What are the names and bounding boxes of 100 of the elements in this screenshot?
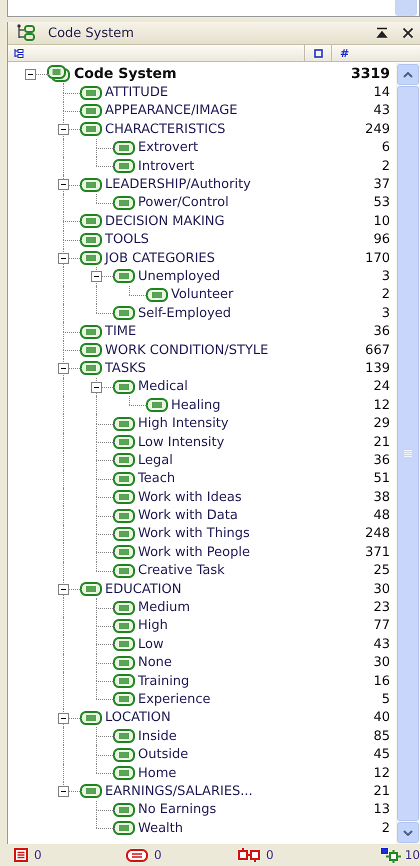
code-count: 77 xyxy=(373,618,390,634)
code-count: 3 xyxy=(382,306,390,321)
expander-box[interactable] xyxy=(91,382,102,393)
code-count: 170 xyxy=(365,250,390,266)
code-label[interactable]: TOOLS xyxy=(105,232,149,248)
code-tree-icon xyxy=(16,24,36,42)
network-icon[interactable] xyxy=(380,847,402,863)
code-icon xyxy=(80,86,102,100)
code-label[interactable]: CHARACTERISTICS xyxy=(105,122,226,137)
code-label[interactable]: APPEARANCE/IMAGE xyxy=(105,103,238,118)
code-label[interactable]: Power/Control xyxy=(138,195,229,210)
code-label[interactable]: LOCATION xyxy=(105,710,171,726)
code-count: 51 xyxy=(373,471,390,486)
expander-box[interactable] xyxy=(58,712,69,724)
code-label[interactable]: Medical xyxy=(138,379,188,394)
code-label[interactable]: Code System xyxy=(74,66,177,82)
code-label[interactable]: Outside xyxy=(138,747,188,762)
code-label[interactable]: Legal xyxy=(138,452,173,468)
code-label[interactable]: Wealth xyxy=(138,820,184,836)
code-icon xyxy=(113,526,135,541)
code-label[interactable]: EARNINGS/SALARIES... xyxy=(105,784,253,799)
code-icon xyxy=(113,729,135,744)
code-icon xyxy=(113,453,135,468)
code-label[interactable]: Home xyxy=(138,766,176,781)
code-label[interactable]: Low xyxy=(138,636,164,652)
expander-box[interactable] xyxy=(58,179,69,190)
code-label[interactable]: JOB CATEGORIES xyxy=(105,250,215,266)
code-label[interactable]: High xyxy=(138,618,168,634)
code-icon xyxy=(113,140,135,155)
expander-box[interactable] xyxy=(58,252,69,264)
minimize-icon[interactable] xyxy=(376,27,388,39)
tree-column-icon xyxy=(14,48,24,58)
code-icon xyxy=(113,692,135,706)
code-label[interactable]: Creative Task xyxy=(138,563,225,578)
code-label[interactable]: Work with People xyxy=(138,544,250,560)
expander-box[interactable] xyxy=(25,69,36,80)
scroll-down-button[interactable] xyxy=(397,822,419,843)
code-count: 36 xyxy=(373,452,390,468)
code-icon xyxy=(80,122,102,136)
close-icon[interactable] xyxy=(402,27,414,39)
code-count: 45 xyxy=(373,747,390,762)
code-icon xyxy=(113,508,135,523)
code-label[interactable]: Work with Data xyxy=(138,508,238,524)
code-label[interactable]: No Earnings xyxy=(138,802,216,818)
code-label[interactable]: LEADERSHIP/Authority xyxy=(105,177,251,192)
expander-box[interactable] xyxy=(91,271,102,282)
code-label[interactable]: Volunteer xyxy=(171,287,234,302)
code-label[interactable]: Introvert xyxy=(138,158,194,174)
code-count: 30 xyxy=(373,655,390,670)
code-label[interactable]: Training xyxy=(138,674,190,689)
code-label[interactable]: Work with Things xyxy=(138,526,250,542)
linked-squares-icon[interactable] xyxy=(238,848,260,862)
code-count: 248 xyxy=(365,526,390,542)
code-icon xyxy=(113,159,135,174)
status-count: 0 xyxy=(154,848,162,862)
code-label[interactable]: ATTITUDE xyxy=(105,85,168,100)
code-icon xyxy=(146,288,168,302)
square-icon xyxy=(314,48,322,58)
code-count: 24 xyxy=(373,379,390,394)
expander-box[interactable] xyxy=(58,363,69,374)
code-label[interactable]: Work with Ideas xyxy=(138,490,242,505)
code-icon[interactable] xyxy=(126,848,148,862)
code-count: 12 xyxy=(373,766,390,781)
code-count: 2 xyxy=(382,820,390,836)
code-icon xyxy=(113,416,135,431)
code-label[interactable]: Teach xyxy=(138,471,176,486)
code-label[interactable]: Self-Employed xyxy=(138,306,232,321)
code-icon xyxy=(113,600,135,615)
code-label[interactable]: TASKS xyxy=(105,360,146,376)
code-label[interactable]: Medium xyxy=(138,600,190,616)
list-icon[interactable] xyxy=(14,848,28,862)
status-count: 0 xyxy=(34,848,42,862)
code-label[interactable]: Experience xyxy=(138,692,210,707)
code-label[interactable]: WORK CONDITION/STYLE xyxy=(105,342,268,358)
code-label[interactable]: Extrovert xyxy=(138,140,198,156)
code-icon xyxy=(80,361,102,376)
code-label[interactable]: Healing xyxy=(171,398,220,413)
code-label[interactable]: Inside xyxy=(138,728,177,744)
scroll-up-button[interactable] xyxy=(397,64,419,85)
expander-box[interactable] xyxy=(58,124,69,136)
code-label[interactable]: None xyxy=(138,655,172,670)
code-count: 21 xyxy=(373,434,390,450)
code-label[interactable]: Low Intensity xyxy=(138,434,224,450)
expander-box[interactable] xyxy=(58,786,69,798)
code-icon xyxy=(80,710,102,725)
code-count: 10 xyxy=(373,214,390,229)
code-label[interactable]: High Intensity xyxy=(138,416,229,432)
code-icon xyxy=(80,214,102,228)
code-count: 37 xyxy=(373,177,390,192)
code-icon xyxy=(113,269,135,284)
code-count: 29 xyxy=(373,416,390,432)
code-label[interactable]: EDUCATION xyxy=(105,582,182,597)
code-count: 23 xyxy=(373,600,390,616)
code-icon xyxy=(113,472,135,486)
code-label[interactable]: TIME xyxy=(105,324,136,340)
code-count: 43 xyxy=(373,103,390,118)
code-icon xyxy=(80,343,102,358)
expander-box[interactable] xyxy=(58,584,69,595)
code-label[interactable]: DECISION MAKING xyxy=(105,214,225,229)
code-label[interactable]: Unemployed xyxy=(138,268,220,284)
